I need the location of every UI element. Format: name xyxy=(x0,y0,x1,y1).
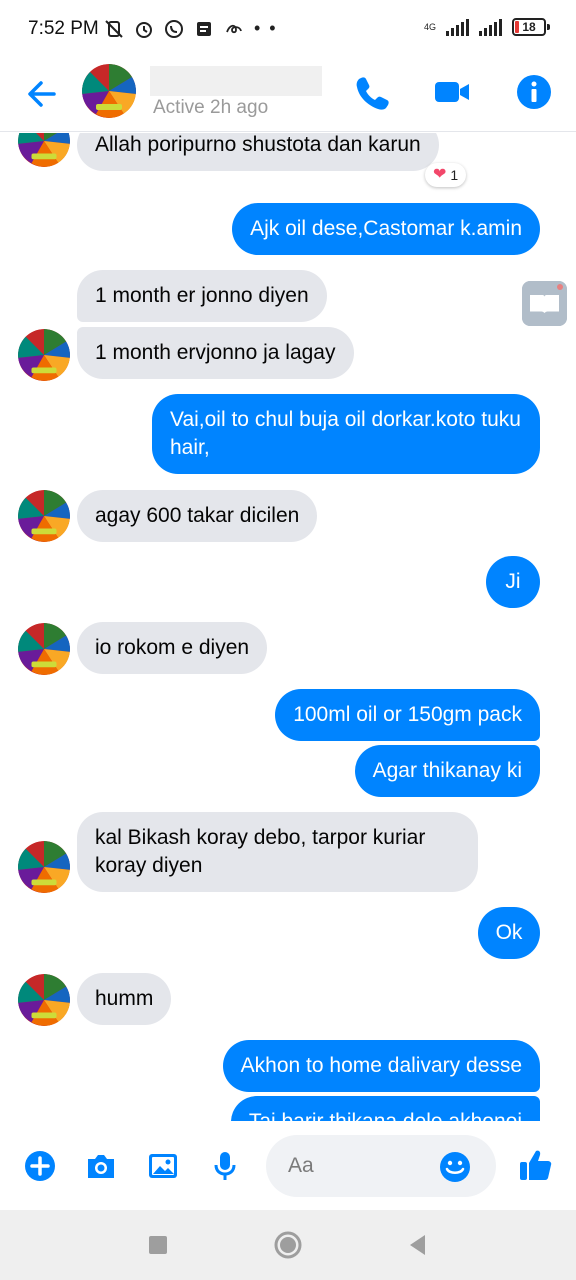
message-bubble-incoming[interactable]: io rokom e diyen xyxy=(77,622,268,674)
reaction-count: 1 xyxy=(450,167,459,183)
battery-icon: 18 xyxy=(512,18,550,36)
sender-avatar xyxy=(18,623,70,675)
reaction-badge[interactable]: ❤ 1 xyxy=(425,163,467,187)
system-nav-bar xyxy=(0,1210,576,1280)
whatsapp-icon xyxy=(165,19,183,38)
info-icon[interactable] xyxy=(514,72,554,112)
back-arrow-icon[interactable] xyxy=(22,74,62,114)
sender-avatar xyxy=(18,490,70,542)
avatar-image xyxy=(82,64,136,118)
emoji-icon[interactable] xyxy=(438,1150,472,1184)
app-notification-icon xyxy=(226,24,242,33)
home-icon[interactable] xyxy=(273,1230,303,1260)
message-bubble-incoming[interactable]: Allah poripurno shustota dan karun xyxy=(77,133,439,171)
contact-name[interactable] xyxy=(150,66,322,96)
message-bubble-outgoing[interactable]: Tai barir thikana dele akhonoi xyxy=(230,1096,540,1121)
sender-avatar xyxy=(18,133,70,167)
message-bubble-outgoing[interactable]: Ok xyxy=(478,907,540,959)
message-bubble-incoming[interactable]: agay 600 takar dicilen xyxy=(77,490,318,542)
back-nav-icon[interactable] xyxy=(403,1230,433,1260)
signal-icon xyxy=(446,18,469,36)
message-bubble-outgoing[interactable]: 100ml oil or 150gm pack xyxy=(275,689,540,741)
message-bubble-outgoing[interactable]: Agar thikanay ki xyxy=(354,745,540,797)
chat-header: Active 2h ago xyxy=(0,60,576,132)
message-bubble-incoming[interactable]: humm xyxy=(77,973,172,1025)
active-status: Active 2h ago xyxy=(153,97,269,118)
heart-reaction-icon: ❤ xyxy=(433,166,447,183)
camera-icon[interactable] xyxy=(83,1148,119,1184)
more-notifications: • • xyxy=(254,18,278,38)
floating-reader-icon[interactable] xyxy=(522,281,567,326)
message-icon xyxy=(197,21,211,36)
like-thumb-icon[interactable] xyxy=(517,1146,555,1184)
video-call-icon[interactable] xyxy=(432,72,472,112)
status-bar: 7:52 PM • • 4G 18 xyxy=(0,0,576,60)
plus-icon[interactable] xyxy=(22,1148,58,1184)
signal-2-icon xyxy=(479,18,502,36)
message-bubble-incoming[interactable]: 1 month ervjonno ja lagay xyxy=(77,327,354,379)
sender-avatar xyxy=(18,329,70,381)
phone-call-icon[interactable] xyxy=(352,72,392,112)
message-bubble-incoming[interactable]: kal Bikash koray debo, tarpor kuriar kor… xyxy=(77,812,478,892)
message-bubble-outgoing[interactable]: Ji xyxy=(486,556,540,608)
microphone-icon[interactable] xyxy=(207,1148,243,1184)
message-composer xyxy=(0,1122,576,1210)
status-notification-icons: • • xyxy=(104,18,278,39)
vibrate-off-icon xyxy=(105,19,123,38)
message-bubble-outgoing[interactable]: Akhon to home dalivary desse xyxy=(222,1040,540,1092)
message-list[interactable]: Allah poripurno shustota dan karun ❤ 1 A… xyxy=(0,133,576,1121)
contact-avatar[interactable] xyxy=(82,64,136,118)
status-time: 7:52 PM xyxy=(28,18,99,39)
battery-level: 18 xyxy=(522,20,536,34)
alarm-icon xyxy=(136,21,152,38)
recent-apps-icon[interactable] xyxy=(143,1230,173,1260)
status-right: 4G 18 xyxy=(423,18,550,36)
network-type: 4G xyxy=(423,21,436,32)
message-bubble-outgoing[interactable]: Ajk oil dese,Castomar k.amin xyxy=(232,203,540,255)
message-bubble-outgoing[interactable]: Vai,oil to chul buja oil dorkar.koto tuk… xyxy=(152,394,540,474)
sender-avatar xyxy=(18,974,70,1026)
sender-avatar xyxy=(18,841,70,893)
gallery-icon[interactable] xyxy=(145,1148,181,1184)
message-bubble-incoming[interactable]: 1 month er jonno diyen xyxy=(77,270,327,322)
